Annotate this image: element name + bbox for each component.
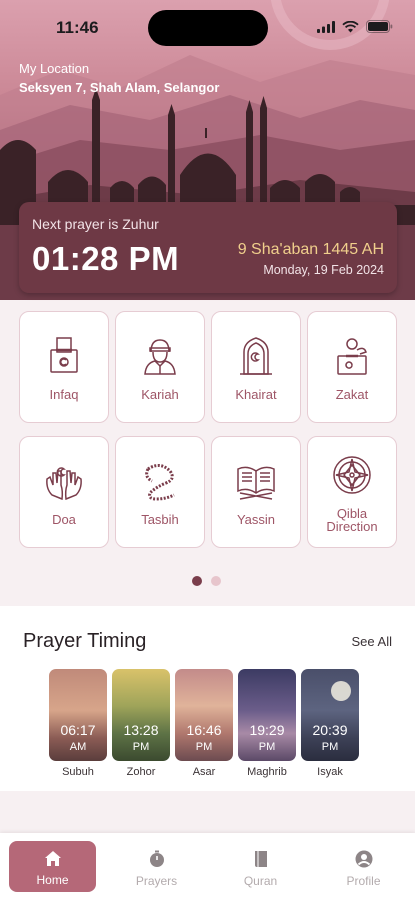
- dynamic-island: [148, 10, 268, 46]
- prayer-timing-section: Prayer Timing See All 06:17 AM Subuh 13:…: [0, 606, 415, 791]
- prayer-name: Zohor: [126, 766, 156, 778]
- feature-label: Tasbih: [141, 512, 179, 527]
- page-indicator: [192, 576, 221, 586]
- feature-yassin[interactable]: Yassin: [211, 436, 301, 548]
- feature-khairat[interactable]: Khairat: [211, 311, 301, 423]
- feature-zakat[interactable]: Zakat: [307, 311, 397, 423]
- nav-label: Quran: [243, 874, 278, 888]
- compass-icon: [333, 456, 371, 494]
- nav-profile[interactable]: Profile: [320, 841, 407, 892]
- section-title: Prayer Timing: [23, 630, 147, 652]
- wifi-icon: [342, 20, 359, 32]
- prayer-time-value: 06:17: [60, 722, 96, 738]
- prayer-time-ampm: PM: [321, 741, 339, 753]
- features-grid: Infaq Kariah Khairat Zakat Doa Tasbih Ya…: [19, 311, 397, 548]
- prayer-time-value: 20:39: [312, 722, 348, 738]
- nav-label: Profile: [346, 874, 381, 888]
- prayer-time-subuh[interactable]: 06:17 AM Subuh: [49, 669, 107, 778]
- status-time: 11:46: [56, 18, 99, 37]
- nav-home[interactable]: Home: [9, 841, 96, 892]
- prayer-time-card: 13:28 PM: [112, 669, 170, 761]
- prayer-name: Subuh: [62, 766, 94, 778]
- bottom-navigation: Home Prayers Quran Profile: [0, 833, 415, 900]
- feature-label: Qibla Direction: [326, 506, 378, 534]
- prayer-times-list: 06:17 AM Subuh 13:28 PM Zohor 16:46 PM A…: [49, 669, 359, 778]
- prayer-name: Isyak: [317, 766, 343, 778]
- prayer-time-ampm: AM: [69, 741, 87, 753]
- prayer-time-ampm: PM: [195, 741, 213, 753]
- feature-infaq[interactable]: Infaq: [19, 311, 109, 423]
- prayer-name: Maghrib: [247, 766, 287, 778]
- location-label: My Location: [19, 61, 90, 76]
- gregorian-date: Monday, 19 Feb 2024: [263, 263, 384, 277]
- moon-icon: [331, 681, 351, 701]
- feature-label: Zakat: [335, 387, 369, 402]
- nav-quran[interactable]: Quran: [217, 841, 304, 892]
- prayer-time-ampm: PM: [258, 741, 276, 753]
- prayer-name: Asar: [192, 766, 216, 778]
- nav-label: Prayers: [135, 874, 178, 888]
- see-all-link[interactable]: See All: [352, 634, 392, 649]
- status-bar: 11:46: [0, 0, 415, 52]
- prayer-time-value: 13:28: [123, 722, 159, 738]
- quran-icon: [237, 466, 275, 500]
- nav-prayers[interactable]: Prayers: [113, 841, 200, 892]
- profile-icon: [355, 850, 372, 868]
- home-icon: [44, 851, 61, 866]
- book-icon: [254, 851, 267, 867]
- hijri-date: 9 Sha'aban 1445 AH: [237, 241, 384, 258]
- person-icon: [144, 339, 176, 375]
- feature-label: Kariah: [141, 387, 179, 402]
- prayer-time-value: 19:29: [249, 722, 285, 738]
- page-dot[interactable]: [211, 576, 221, 586]
- prayer-time-ampm: PM: [132, 741, 150, 753]
- prayer-time-value: 16:46: [186, 722, 222, 738]
- donation-box-icon: [50, 337, 78, 373]
- feature-label: Infaq: [49, 387, 79, 402]
- mosque-door-icon: [240, 337, 272, 375]
- feature-label: Yassin: [236, 512, 276, 527]
- prayer-time-card: 20:39 PM: [301, 669, 359, 761]
- feature-label: Khairat: [235, 387, 277, 402]
- prayer-time-zohor[interactable]: 13:28 PM Zohor: [112, 669, 170, 778]
- feature-qibla-direction[interactable]: Qibla Direction: [307, 436, 397, 548]
- location-value[interactable]: Seksyen 7, Shah Alam, Selangor: [19, 80, 219, 95]
- prayer-time-card: 06:17 AM: [49, 669, 107, 761]
- zakat-box-icon: [337, 338, 367, 375]
- prayer-time-asar[interactable]: 16:46 PM Asar: [175, 669, 233, 778]
- page-dot-active[interactable]: [192, 576, 202, 586]
- cellular-signal-icon: [317, 20, 335, 33]
- feature-label: Doa: [52, 512, 76, 527]
- prayer-time-isyak[interactable]: 20:39 PM Isyak: [301, 669, 359, 778]
- next-prayer-time: 01:28 PM: [32, 240, 180, 277]
- prayer-time-card: 16:46 PM: [175, 669, 233, 761]
- praying-hands-icon: [46, 467, 82, 501]
- feature-kariah[interactable]: Kariah: [115, 311, 205, 423]
- status-icons: [317, 20, 393, 33]
- prayer-time-card: 19:29 PM: [238, 669, 296, 761]
- next-prayer-card[interactable]: Next prayer is Zuhur 01:28 PM 9 Sha'aban…: [19, 202, 397, 293]
- prayer-time-maghrib[interactable]: 19:29 PM Maghrib: [238, 669, 296, 778]
- stopwatch-icon: [149, 850, 164, 867]
- battery-icon: [366, 20, 393, 33]
- prayer-beads-icon: [145, 464, 175, 501]
- next-prayer-label: Next prayer is Zuhur: [32, 216, 159, 232]
- nav-label: Home: [36, 873, 69, 887]
- feature-doa[interactable]: Doa: [19, 436, 109, 548]
- feature-tasbih[interactable]: Tasbih: [115, 436, 205, 548]
